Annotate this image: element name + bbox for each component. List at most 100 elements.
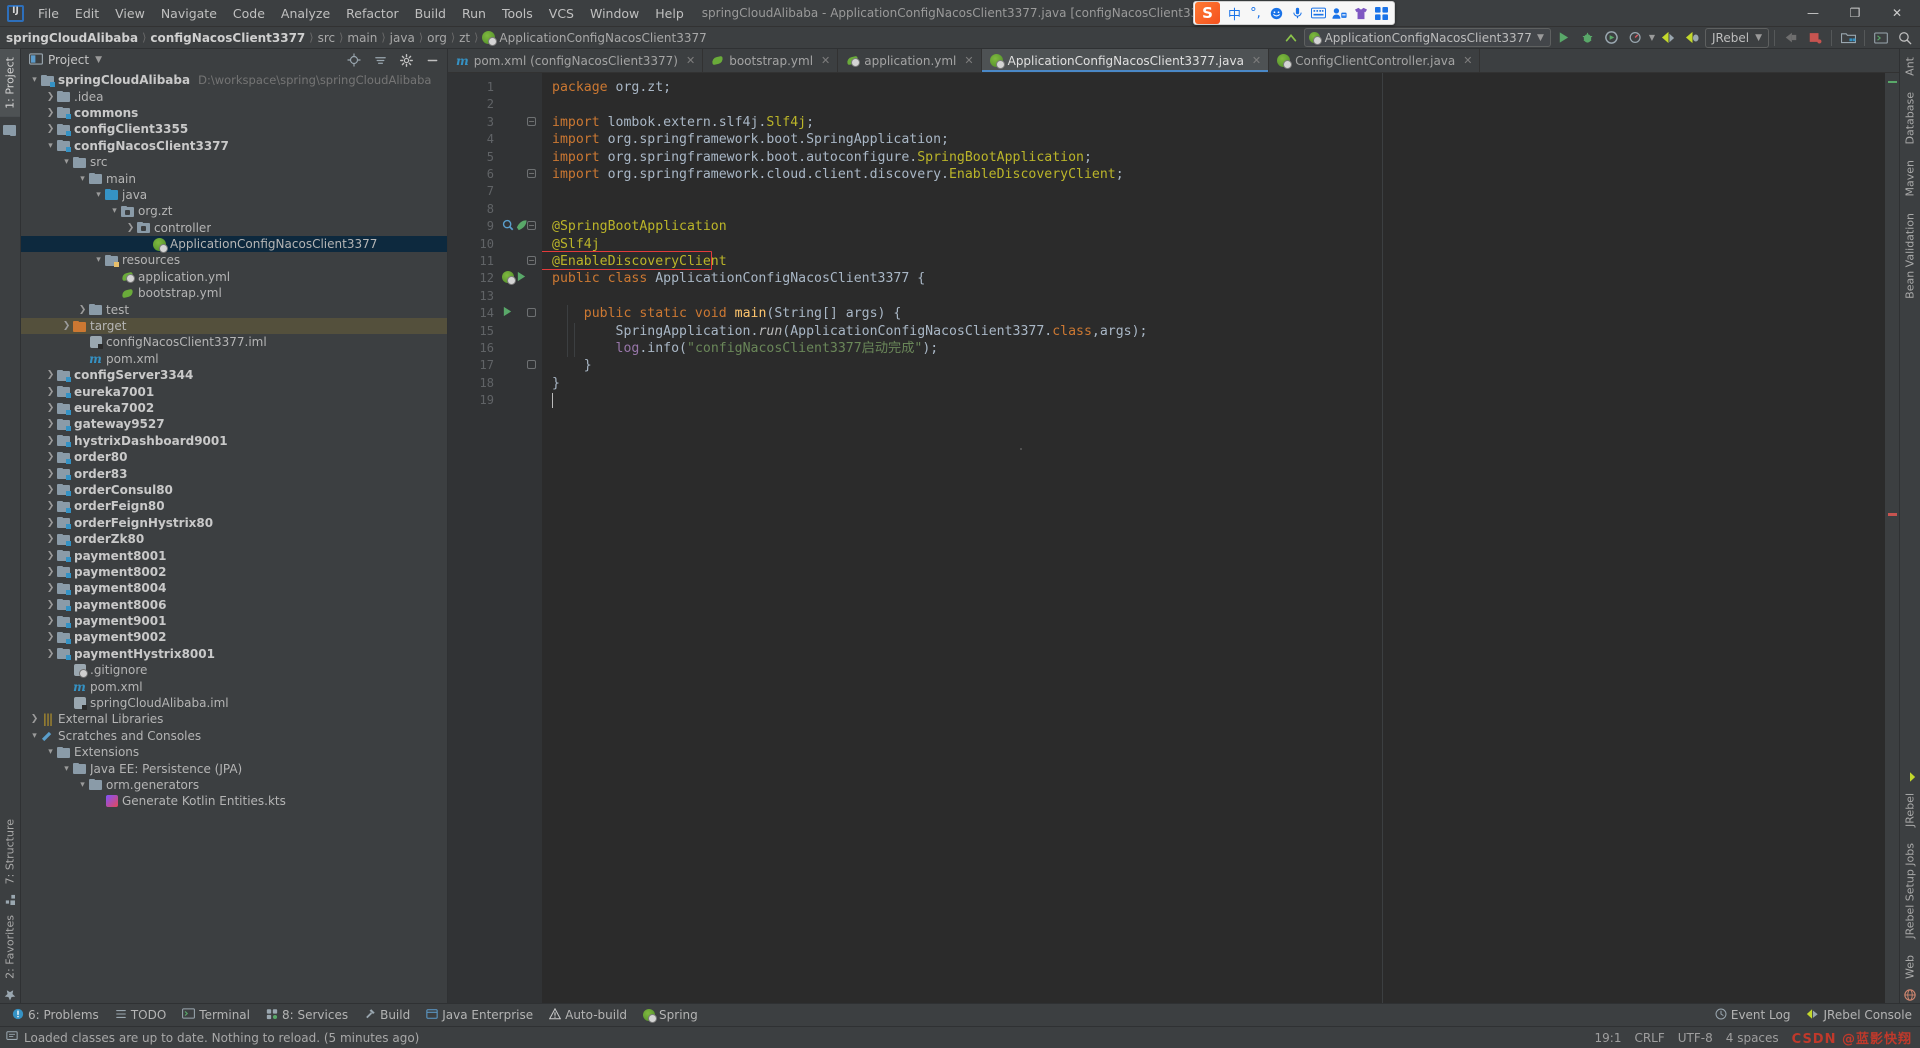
code-line[interactable]: public class ApplicationConfigNacosClien… (552, 270, 925, 287)
stop-button[interactable] (1780, 28, 1802, 48)
chevron-right-icon[interactable]: ❯ (45, 551, 56, 561)
chevron-right-icon[interactable]: ❯ (45, 370, 56, 380)
chevron-right-icon[interactable]: ❯ (45, 600, 56, 610)
chevron-right-icon[interactable]: ❯ (45, 403, 56, 413)
tree-row[interactable]: ❯ controller (21, 220, 447, 236)
tree-row[interactable]: ❯ hystrixDashboard9001 (21, 433, 447, 449)
menu-item-edit[interactable]: Edit (67, 3, 107, 24)
sidebar-item-database[interactable]: Database (1900, 84, 1920, 153)
tree-row[interactable]: ❯ eureka7002 (21, 400, 447, 416)
web-icon[interactable] (1900, 987, 1920, 1003)
tree-row[interactable]: ▾ configNacosClient3377 (21, 138, 447, 154)
chevron-right-icon[interactable]: ❯ (45, 436, 56, 446)
chevron-right-icon[interactable]: ❯ (77, 305, 88, 315)
grid-icon[interactable] (1371, 2, 1392, 24)
tree-row[interactable]: ❯ test (21, 301, 447, 317)
close-icon[interactable]: ✕ (1463, 54, 1472, 67)
ime-chinese-mode-icon[interactable]: 中 (1224, 2, 1245, 24)
tree-row[interactable]: ❯ target (21, 317, 447, 335)
chevron-down-icon[interactable]: ▾ (45, 141, 56, 151)
chevron-right-icon[interactable]: ❯ (45, 534, 56, 544)
tree-row[interactable]: ❯ configServer3344 (21, 367, 447, 383)
tree-row[interactable]: ❯ orderFeign80 (21, 498, 447, 514)
collapse-arrow-icon[interactable] (1280, 28, 1302, 48)
code-fold-icon[interactable] (527, 308, 536, 318)
star-icon[interactable] (0, 987, 20, 1003)
code-line[interactable]: package org.zt; (552, 79, 671, 96)
code-fold-icon[interactable] (527, 360, 536, 370)
bottom-item-todo[interactable]: TODO (107, 1006, 174, 1025)
tree-row[interactable]: ❯ payment8001 (21, 547, 447, 563)
tree-row[interactable]: m pom.xml (21, 351, 447, 367)
bottom-item-build[interactable]: Build (356, 1006, 418, 1025)
jrebel-indicator-icon[interactable] (1900, 769, 1920, 785)
tree-row[interactable]: ❯ payment9001 (21, 613, 447, 629)
editor-tab[interactable]: m pom.xml (configNacosClient3377) ✕ (448, 49, 704, 72)
tree-row[interactable]: ❯ configClient3355 (21, 121, 447, 137)
chevron-right-icon[interactable]: ❯ (45, 485, 56, 495)
run-method-gutter-icon[interactable] (502, 306, 513, 320)
sidebar-item-jrebel-setup-jobs[interactable]: JRebel Setup Jobs (1900, 835, 1920, 947)
close-icon[interactable]: ✕ (686, 54, 695, 67)
breadcrumb-zt[interactable]: zt (459, 31, 470, 45)
bottom-item-problems[interactable]: 6: Problems (4, 1006, 107, 1025)
structure-icon[interactable] (0, 892, 20, 907)
chevron-down-icon[interactable]: ▾ (61, 157, 72, 167)
sogou-ime-toolbar[interactable]: S 中 °, (1193, 1, 1395, 25)
editor-tab[interactable]: bootstrap.yml ✕ (703, 49, 839, 72)
menu-item-tools[interactable]: Tools (494, 3, 541, 24)
tree-row[interactable]: ❯ order83 (21, 465, 447, 481)
chevron-right-icon[interactable]: ❯ (45, 616, 56, 626)
bottom-item-spring[interactable]: Spring (635, 1006, 706, 1024)
chevron-right-icon[interactable]: ❯ (61, 321, 72, 331)
code-line[interactable]: import org.springframework.boot.SpringAp… (552, 131, 949, 148)
tree-row[interactable]: ❯ payment9002 (21, 629, 447, 645)
editor-tab[interactable]: ConfigClientController.java ✕ (1269, 49, 1481, 72)
code-fold-icon[interactable]: − (527, 169, 536, 178)
tree-row[interactable]: ❯ payment8006 (21, 597, 447, 613)
chevron-right-icon[interactable]: ❯ (45, 452, 56, 462)
menu-item-vcs[interactable]: VCS (541, 3, 582, 24)
code-fold-icon[interactable]: − (527, 116, 536, 126)
chevron-right-icon[interactable]: ❯ (45, 387, 56, 397)
window-controls[interactable]: — ❐ ✕ (1792, 0, 1920, 26)
tree-row[interactable]: springCloudAlibaba.iml (21, 695, 447, 711)
stop-red-button[interactable] (1804, 28, 1826, 48)
jrebel-run-button[interactable] (1657, 28, 1679, 48)
chevron-down-icon[interactable]: ▼ (95, 55, 102, 65)
close-icon[interactable]: ✕ (964, 54, 973, 67)
breadcrumb-module[interactable]: configNacosClient3377 (150, 31, 305, 45)
sidebar-item-structure[interactable]: 7: Structure (0, 811, 20, 892)
close-button[interactable]: ✕ (1876, 0, 1918, 26)
code-line[interactable]: import org.springframework.cloud.client.… (552, 166, 1124, 183)
menu-item-help[interactable]: Help (647, 3, 692, 24)
scroll-from-source-icon[interactable] (343, 50, 365, 70)
tree-row[interactable]: ▾ resources (21, 252, 447, 268)
tree-row[interactable]: ❯ orderZk80 (21, 531, 447, 547)
chevron-down-icon[interactable]: ▾ (29, 731, 40, 741)
hide-panel-icon[interactable] (421, 50, 443, 70)
tree-row[interactable]: ▾ src (21, 154, 447, 170)
bottom-item-jrebel-console[interactable]: JRebel Console (1798, 1006, 1920, 1025)
tree-row[interactable]: m pom.xml (21, 678, 447, 694)
menu-item-code[interactable]: Code (225, 3, 273, 24)
sidebar-item-web[interactable]: Web (1900, 947, 1920, 987)
tree-row[interactable]: ▾ springCloudAlibaba D:\workspace\spring\s… (21, 72, 447, 88)
debug-button[interactable] (1577, 28, 1599, 48)
spring-bean-icon[interactable] (502, 219, 514, 234)
chevron-down-icon[interactable]: ▾ (61, 764, 72, 774)
chevron-down-icon[interactable]: ▼ (1755, 33, 1762, 43)
project-tree[interactable]: ▾ springCloudAlibaba D:\workspace\spring\s… (21, 71, 447, 1003)
chevron-right-icon[interactable]: ❯ (45, 632, 56, 642)
chevron-right-icon[interactable]: ❯ (125, 223, 136, 233)
tree-row[interactable]: ❯ eureka7001 (21, 383, 447, 399)
chevron-right-icon[interactable]: ❯ (45, 108, 56, 118)
menu-item-refactor[interactable]: Refactor (338, 3, 406, 24)
editor-tab[interactable]: application.yml ✕ (838, 49, 982, 72)
profile-button[interactable] (1625, 28, 1647, 48)
menu-item-build[interactable]: Build (407, 3, 454, 24)
sidebar-item-bean-validation[interactable]: Bean Validation (1900, 205, 1920, 307)
bottom-item-java-enterprise[interactable]: Java Enterprise (418, 1006, 541, 1025)
gear-icon[interactable] (395, 50, 417, 70)
breadcrumb-project[interactable]: springCloudAlibaba (6, 31, 138, 45)
